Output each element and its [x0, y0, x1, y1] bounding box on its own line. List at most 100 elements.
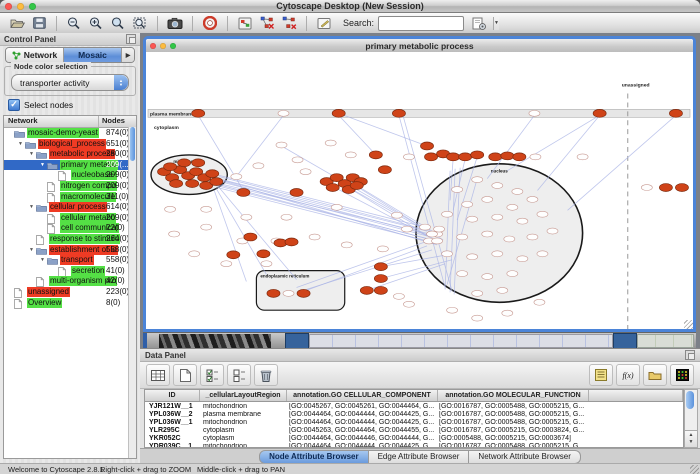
network-node-highlighted[interactable]	[378, 166, 391, 174]
network-node-highlighted[interactable]	[374, 275, 387, 283]
network-node-unselected[interactable]	[241, 214, 252, 220]
network-node-highlighted[interactable]	[459, 153, 472, 161]
network-node-unselected[interactable]	[189, 251, 200, 257]
table-row-ylr295c[interactable]: YLR295Ccytoplasm[GO:0045263, GO:0044464,…	[145, 426, 683, 434]
node-color-dropdown[interactable]: transporter activity ▲▼	[11, 74, 129, 91]
tree-row-unassigned[interactable]: unassigned223(0)	[4, 287, 136, 298]
network-node-unselected[interactable]	[502, 310, 513, 316]
network-node-unselected[interactable]	[300, 169, 311, 175]
tree-column-network[interactable]: Network	[4, 116, 99, 127]
window-resize-grip[interactable]	[690, 465, 699, 474]
network-node-unselected[interactable]	[261, 261, 272, 267]
network-node-unselected[interactable]	[497, 287, 508, 293]
tree-scrollbar-thumb[interactable]	[130, 127, 135, 161]
network-node-unselected[interactable]	[492, 251, 503, 257]
network-node-unselected[interactable]	[401, 226, 412, 232]
table-scrollbar-arrows[interactable]: ▲▼	[685, 430, 697, 447]
network-node-highlighted[interactable]	[659, 184, 672, 192]
table-cell[interactable]: [GO:0044464, GO:0044446, GO:0044444, G..…	[285, 435, 435, 442]
network-node-highlighted[interactable]	[206, 170, 219, 178]
network-node-unselected[interactable]	[462, 201, 473, 207]
unselect-attributes-icon[interactable]	[227, 364, 251, 386]
tab-network[interactable]: Network	[6, 48, 64, 62]
network-node-unselected[interactable]	[537, 251, 548, 257]
network-window-titlebar[interactable]: primary metabolic process	[146, 39, 693, 53]
table-cell[interactable]: [GO:0016787, GO:0005488, GO:0005215, G..…	[435, 403, 585, 410]
network-node-unselected[interactable]	[201, 206, 212, 212]
tree-row-label[interactable]: cellular process	[49, 202, 107, 212]
zoom-out-icon[interactable]	[64, 15, 84, 32]
network-edge[interactable]	[337, 189, 427, 236]
background-window-titlebar-2[interactable]	[613, 333, 637, 349]
network-edge[interactable]	[214, 191, 246, 282]
network-node-unselected[interactable]	[452, 187, 463, 193]
hide-edges-icon[interactable]	[257, 15, 277, 32]
hide-nodes-icon[interactable]	[279, 15, 299, 32]
network-edge[interactable]	[219, 177, 423, 229]
network-node-highlighted[interactable]	[374, 263, 387, 271]
network-node-unselected[interactable]	[529, 110, 540, 116]
network-node-unselected[interactable]	[276, 142, 287, 148]
network-node-unselected[interactable]	[467, 216, 478, 222]
network-node-unselected[interactable]	[221, 261, 232, 267]
canvas-resize-grip[interactable]	[684, 320, 693, 329]
background-window-titlebar-1[interactable]	[285, 333, 309, 349]
network-node-highlighted[interactable]	[392, 109, 405, 117]
table-row-ypl036w__1[interactable]: YPL036W__1mitochondrion[GO:0044464, GO:0…	[145, 418, 683, 426]
tree-row-response-to-stimulu[interactable]: response to stimulu264(0)	[4, 234, 136, 245]
search-config-icon[interactable]	[469, 15, 489, 32]
open-session-icon[interactable]	[7, 15, 27, 32]
tree-row-label[interactable]: mosaic-demo-yeast	[27, 128, 99, 138]
table-column-header[interactable]: annotation.GO CELLULAR_COMPONENT	[287, 390, 438, 401]
tree-column-nodes[interactable]: Nodes	[99, 116, 136, 127]
table-row-ykr052c[interactable]: YKR052Ccytoplasm[GO:0044464, GO:0044446,…	[145, 434, 683, 442]
network-node-unselected[interactable]	[165, 206, 176, 212]
table-scrollbar[interactable]: ▲▼	[684, 389, 698, 448]
table-row-yjr121w__1[interactable]: YJR121W__1mitochondrion[GO:0045267, GO:0…	[145, 402, 683, 410]
network-node-highlighted[interactable]	[297, 289, 310, 297]
tree-row-biological-process[interactable]: ▼biological_process651(0)	[4, 139, 136, 150]
network-node-unselected[interactable]	[527, 234, 538, 240]
save-session-icon[interactable]	[29, 15, 49, 32]
network-edge[interactable]	[214, 178, 427, 231]
tree-row-cellular-metabo[interactable]: cellular metabo209(0)	[4, 213, 136, 224]
tree-row-multi-organism-pro[interactable]: multi-organism pro42(0)	[4, 276, 136, 287]
expand-arrow-icon[interactable]: ▼	[29, 204, 34, 210]
network-node-highlighted[interactable]	[244, 233, 257, 241]
network-node-highlighted[interactable]	[501, 152, 514, 160]
network-node-unselected[interactable]	[577, 154, 588, 160]
background-window-pane-1[interactable]	[309, 334, 613, 348]
tab-network-attribute-browser[interactable]: Network Attribute Browser	[469, 450, 580, 464]
network-node-highlighted[interactable]	[210, 178, 223, 186]
table-cell[interactable]: YLR295C	[145, 427, 199, 434]
network-node-unselected[interactable]	[472, 290, 483, 296]
network-node-highlighted[interactable]	[513, 153, 526, 161]
network-node-highlighted[interactable]	[421, 142, 434, 150]
network-canvas[interactable]: plasma membranecytoplasmunassignedmitoch…	[146, 52, 693, 329]
table-cell[interactable]: mitochondrion	[199, 419, 285, 426]
expand-arrow-icon[interactable]: ▼	[40, 162, 45, 168]
network-node-unselected[interactable]	[341, 242, 352, 248]
select-nodes-checkbox[interactable]: ✓	[8, 99, 20, 111]
table-cell[interactable]: YKR052C	[145, 435, 199, 442]
tree-row-nitrogen-compo[interactable]: nitrogen compo209(0)	[4, 181, 136, 192]
network-node-highlighted[interactable]	[164, 163, 177, 171]
network-node-unselected[interactable]	[281, 214, 292, 220]
table-cell[interactable]: [GO:0016787, GO:0005488, GO:0005215, G..…	[435, 419, 585, 426]
network-node-highlighted[interactable]	[374, 286, 387, 294]
network-node-unselected[interactable]	[442, 251, 453, 257]
network-node-unselected[interactable]	[457, 271, 468, 277]
network-node-unselected[interactable]	[377, 246, 388, 252]
network-node-unselected[interactable]	[507, 204, 518, 210]
table-cell[interactable]: YJR121W__1	[145, 403, 199, 410]
network-node-unselected[interactable]	[292, 157, 303, 163]
network-node-highlighted[interactable]	[257, 250, 270, 258]
network-node-unselected[interactable]	[504, 236, 515, 242]
network-node-unselected[interactable]	[283, 290, 294, 296]
network-node-unselected[interactable]	[482, 196, 493, 202]
expand-arrow-icon[interactable]: ▼	[29, 151, 34, 157]
network-node-unselected[interactable]	[492, 214, 503, 220]
table-cell[interactable]: [GO:0044464, GO:0044444, GO:0044425, G..…	[285, 419, 435, 426]
network-node-unselected[interactable]	[517, 256, 528, 262]
network-node-unselected[interactable]	[537, 211, 548, 217]
